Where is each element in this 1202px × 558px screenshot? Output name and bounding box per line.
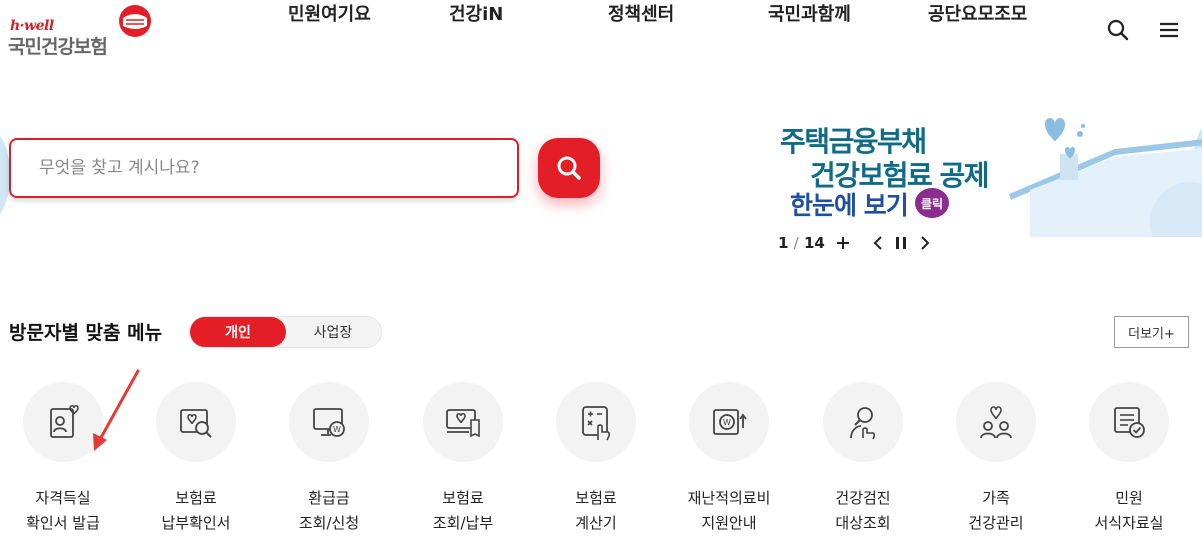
menu-icon-circle [1089,382,1169,462]
menu-label: 보험료 납부확인서 [161,489,231,532]
menu-icon-circle [823,382,903,462]
logo-name-text: 국민건강보험 [8,36,108,58]
promo-banner[interactable]: 주택금융부채 건강보험료 공제 한눈에 보기 클릭 [760,110,1202,260]
heart-receipt-icon [446,409,480,438]
menu-item-checkup[interactable]: 건강검진 대상조회 [796,382,930,542]
logo-emblem-icon [119,5,151,37]
svg-text:W: W [333,425,341,434]
menu-icon-circle [956,382,1036,462]
plus-icon[interactable] [834,234,852,252]
nav-about-agency[interactable]: 공단요모조모 [928,0,1027,26]
menu-item-family-health[interactable]: 가족 건강관리 [929,382,1063,542]
banner-line3: 한눈에 보기 [790,191,909,220]
document-check-icon [1114,407,1145,438]
heart-search-icon [180,409,212,438]
menu-icon-circle: W [289,382,369,462]
banner-click-badge[interactable]: 클릭 [915,188,949,218]
menu-icon[interactable] [1157,18,1181,42]
banner-page-separator: / [793,234,799,252]
menu-icon-circle [556,382,636,462]
menu-label: 건강검진 대상조회 [835,489,891,532]
nav-minwon[interactable]: 민원여기요 [288,0,371,26]
menu-label: 재난적의료비 지원안내 [687,489,771,532]
family-icon [980,406,1012,439]
menu-label: 자격득실 확인서 발급 [26,489,100,532]
menu-item-payment-certificate[interactable]: 보험료 납부확인서 [129,382,263,542]
menu-item-calculator[interactable]: 보험료 계산기 [529,382,663,542]
menu-item-premium-inquiry[interactable]: 보험료 조회/납부 [396,382,530,542]
menu-label: 민원 서식자료실 [1094,489,1164,532]
menu-item-medical-support[interactable]: W 재난적의료비 지원안내 [662,382,796,542]
toggle-individual[interactable]: 개인 [190,317,286,347]
menu-icon-circle [423,382,503,462]
search-input[interactable] [11,140,517,196]
chevron-left-icon[interactable] [869,234,887,252]
menu-label: 보험료 계산기 [575,489,617,532]
menu-icon-circle [156,382,236,462]
menu-label: 환급금 조회/신청 [298,489,360,532]
menu-item-refund[interactable]: W 환급금 조회/신청 [262,382,396,542]
banner-page-counter: 1 / 14 [778,234,825,252]
menu-item-qualification[interactable]: 자격득실 확인서 발급 [0,382,130,542]
search-icon[interactable] [1106,18,1130,42]
more-button[interactable]: 더보기+ [1114,316,1189,348]
menu-label: 보험료 조회/납부 [432,489,494,532]
nav-with-people[interactable]: 국민과함께 [768,0,851,26]
menu-icon-circle [23,382,103,462]
svg-text:W: W [723,418,731,427]
calculator-icon [582,406,611,441]
banner-total-pages: 14 [803,234,825,252]
chevron-right-icon[interactable] [916,234,934,252]
won-support-icon: W [713,409,747,435]
search-button[interactable] [538,138,600,198]
nav-health-in[interactable]: 건강iN [449,0,503,26]
menu-label: 가족 건강관리 [968,489,1024,532]
house-illustration-icon [1008,118,1202,237]
nav-policy-center[interactable]: 정책센터 [608,0,674,26]
search-box [9,138,519,198]
search-button-icon [557,156,581,180]
person-card-icon [50,404,79,438]
site-logo[interactable]: h·well 국민건강보험 [8,4,158,58]
banner-current-page: 1 [778,234,789,252]
menu-icon-circle: W [689,382,769,462]
toggle-business[interactable]: 사업장 [285,317,381,347]
section-title: 방문자별 맞춤 메뉴 [9,322,163,344]
checkup-icon [850,407,876,440]
menu-item-forms-library[interactable]: 민원 서식자료실 [1062,382,1196,542]
monitor-won-icon: W [313,408,345,437]
site-header: h·well 국민건강보험 민원여기요 건강iN 정책센터 국민과함께 공단요모… [0,0,1202,62]
visitor-type-toggle: 개인 사업장 [189,316,382,348]
pause-icon[interactable] [892,234,910,252]
